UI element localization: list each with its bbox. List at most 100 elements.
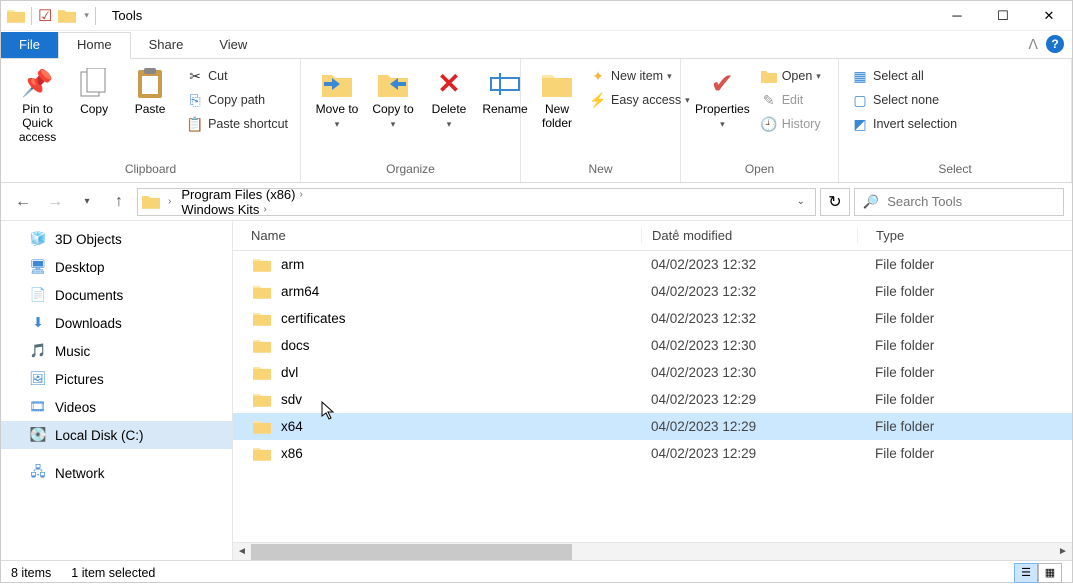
copy-button[interactable]: Copy	[66, 63, 122, 135]
nav-label: 3D Objects	[55, 232, 122, 247]
collapse-ribbon-icon[interactable]: ᐱ	[1028, 36, 1038, 53]
table-row[interactable]: certificates04/02/2023 12:32File folder	[233, 305, 1072, 332]
copy-to-button[interactable]: Copy to ▾	[365, 63, 421, 135]
file-date: 04/02/2023 12:32	[641, 257, 857, 272]
easy-access-button[interactable]: ⚡Easy access ▾	[585, 89, 694, 111]
navigation-bar: ← → ▾ ↑ › This PC›Local Disk (C:)›Progra…	[1, 183, 1072, 221]
group-label-open: Open	[689, 160, 830, 180]
folder-icon	[253, 365, 271, 380]
invert-selection-button[interactable]: ◩Invert selection	[847, 113, 961, 135]
nav-icon: 🎞	[29, 398, 47, 416]
refresh-button[interactable]: ↻	[820, 188, 850, 216]
forward-button[interactable]: →	[41, 188, 69, 216]
status-bar: 8 items 1 item selected ☰ ▦	[1, 560, 1072, 584]
delete-button[interactable]: ✕ Delete▾	[421, 63, 477, 135]
move-to-button[interactable]: Move to ▾	[309, 63, 365, 135]
group-label-organize: Organize	[309, 160, 512, 180]
horizontal-scrollbar[interactable]: ◄►	[233, 542, 1072, 560]
nav-label: Network	[55, 466, 105, 481]
file-type: File folder	[857, 338, 1072, 353]
table-row[interactable]: docs04/02/2023 12:30File folder	[233, 332, 1072, 359]
paste-icon	[133, 67, 167, 101]
tab-home[interactable]: Home	[58, 32, 131, 59]
new-folder-icon	[540, 67, 574, 101]
tab-share[interactable]: Share	[131, 32, 202, 58]
select-none-button[interactable]: ▢Select none	[847, 89, 961, 111]
address-dropdown-icon[interactable]: ⌄	[791, 196, 811, 207]
rename-icon	[488, 67, 522, 101]
open-button[interactable]: Open ▾	[756, 65, 825, 87]
file-type: File folder	[857, 284, 1072, 299]
nav-icon: 🖧	[29, 464, 47, 482]
up-button[interactable]: ↑	[105, 188, 133, 216]
qat-dropdown-icon[interactable]: ▾	[84, 10, 89, 21]
qat-folder-icon[interactable]	[58, 8, 76, 23]
nav-item[interactable]: 🎵Music	[1, 337, 232, 365]
navigation-pane[interactable]: 🧊3D Objects🖥Desktop📄Documents⬇Downloads🎵…	[1, 221, 233, 560]
new-item-button[interactable]: ✦New item ▾	[585, 65, 694, 87]
nav-label: Documents	[55, 288, 123, 303]
group-label-clipboard: Clipboard	[9, 160, 292, 180]
folder-icon	[253, 311, 271, 326]
file-type: File folder	[857, 446, 1072, 461]
breadcrumb[interactable]: Program Files (x86)›	[179, 188, 308, 202]
table-row[interactable]: arm04/02/2023 12:32File folder	[233, 251, 1072, 278]
nav-item[interactable]: ⬇Downloads	[1, 309, 232, 337]
nav-item[interactable]: 🖥Desktop	[1, 253, 232, 281]
history-button[interactable]: 🕘History	[756, 113, 825, 135]
file-date: 04/02/2023 12:30	[641, 338, 857, 353]
cut-icon: ✂	[186, 67, 204, 85]
nav-label: Local Disk (C:)	[55, 428, 144, 443]
new-folder-button[interactable]: New folder	[529, 63, 585, 135]
ribbon: 📌 Pin to Quick access Copy Paste ✂Cut ⎘C…	[1, 59, 1072, 183]
table-row[interactable]: x6404/02/2023 12:29File folder	[233, 413, 1072, 440]
paste-shortcut-icon: 📋	[186, 115, 204, 133]
table-row[interactable]: arm6404/02/2023 12:32File folder	[233, 278, 1072, 305]
cut-button[interactable]: ✂Cut	[182, 65, 292, 87]
easy-access-icon: ⚡	[589, 91, 607, 109]
table-row[interactable]: sdv04/02/2023 12:29File folder	[233, 386, 1072, 413]
recent-locations-button[interactable]: ▾	[73, 188, 101, 216]
help-icon[interactable]: ?	[1046, 35, 1064, 53]
tab-file[interactable]: File	[1, 32, 58, 58]
nav-item[interactable]: 📄Documents	[1, 281, 232, 309]
copy-to-icon	[376, 67, 410, 101]
file-date: 04/02/2023 12:32	[641, 284, 857, 299]
select-all-icon: ▦	[851, 67, 869, 85]
nav-item[interactable]: 🧊3D Objects	[1, 225, 232, 253]
nav-item[interactable]: 🖼Pictures	[1, 365, 232, 393]
paste-shortcut-button[interactable]: 📋Paste shortcut	[182, 113, 292, 135]
file-date: 04/02/2023 12:32	[641, 311, 857, 326]
title-bar: ☑ ▾ Tools ─ ☐ ✕	[1, 1, 1072, 31]
new-item-icon: ✦	[589, 67, 607, 85]
table-row[interactable]: x8604/02/2023 12:29File folder	[233, 440, 1072, 467]
column-name: Nameᐱ	[233, 228, 641, 243]
minimize-button[interactable]: ─	[934, 1, 980, 31]
nav-item[interactable]: 🖧 Network	[1, 459, 232, 487]
column-headers[interactable]: Nameᐱ Date modified Type	[233, 221, 1072, 251]
back-button[interactable]: ←	[9, 188, 37, 216]
address-bar[interactable]: › This PC›Local Disk (C:)›Program Files …	[137, 188, 816, 216]
folder-icon	[253, 284, 271, 299]
maximize-button[interactable]: ☐	[980, 1, 1026, 31]
properties-button[interactable]: ✔ Properties▾	[689, 63, 756, 135]
address-folder-icon	[142, 194, 160, 209]
close-button[interactable]: ✕	[1026, 1, 1072, 31]
select-all-button[interactable]: ▦Select all	[847, 65, 961, 87]
copy-path-button[interactable]: ⎘Copy path	[182, 89, 292, 111]
breadcrumb[interactable]: Windows Kits›	[179, 202, 308, 216]
status-selected: 1 item selected	[71, 566, 155, 580]
nav-item[interactable]: 💽Local Disk (C:)	[1, 421, 232, 449]
tab-view[interactable]: View	[201, 32, 265, 58]
pin-quick-access-button[interactable]: 📌 Pin to Quick access	[9, 63, 66, 148]
view-large-icons-button[interactable]: ▦	[1038, 563, 1062, 583]
edit-button[interactable]: ✎Edit	[756, 89, 825, 111]
search-box[interactable]: 🔍 Search Tools	[854, 188, 1064, 216]
table-row[interactable]: dvl04/02/2023 12:30File folder	[233, 359, 1072, 386]
paste-button[interactable]: Paste	[122, 63, 178, 135]
nav-item[interactable]: 🎞Videos	[1, 393, 232, 421]
view-details-button[interactable]: ☰	[1014, 563, 1038, 583]
file-date: 04/02/2023 12:29	[641, 446, 857, 461]
qat-properties-icon[interactable]: ☑	[38, 6, 52, 26]
file-type: File folder	[857, 365, 1072, 380]
